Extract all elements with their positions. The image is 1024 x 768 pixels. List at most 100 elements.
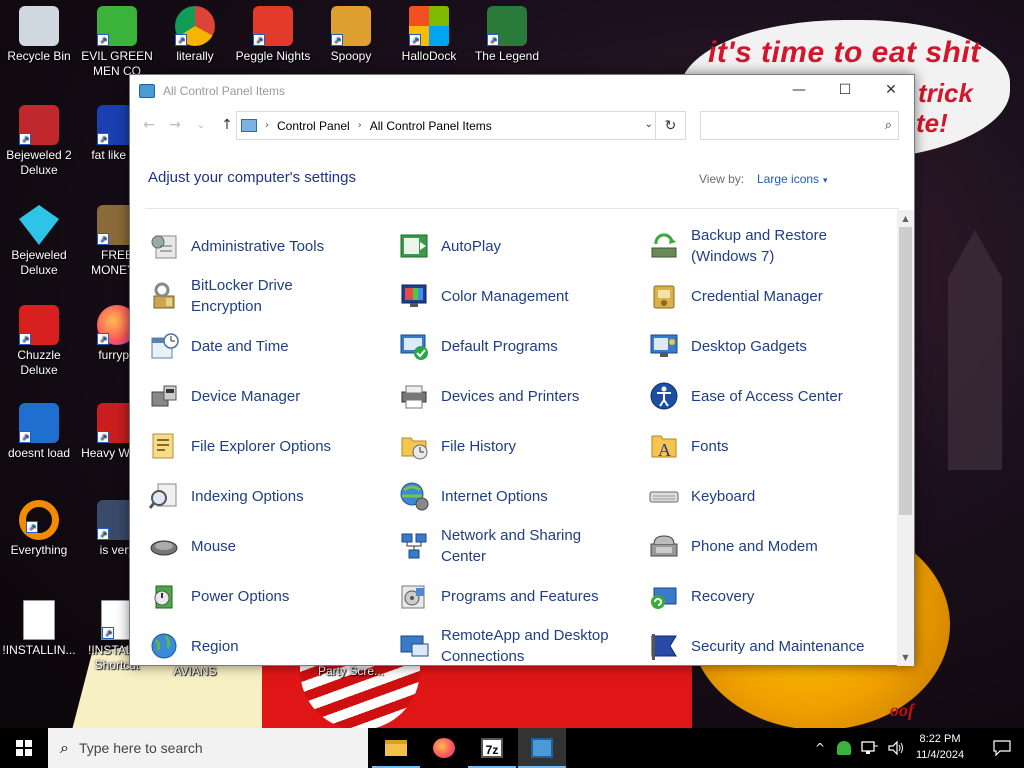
up-button[interactable]: ↑ [216,113,238,137]
control-panel-item[interactable]: Internet Options [398,473,648,519]
control-panel-item-label[interactable]: Backup and Restore (Windows 7) [691,225,866,267]
control-panel-item[interactable]: Phone and Modem [648,523,898,569]
control-panel-item[interactable]: Network and Sharing Center [398,523,648,569]
desktop-icon-label[interactable]: Everything [0,543,78,558]
desktop-icon[interactable]: ↗ Chuzzle Deluxe [0,305,78,378]
desktop-icon-label[interactable]: Bejeweled Deluxe [0,248,78,278]
view-by-value[interactable]: Large icons [757,172,819,186]
scroll-up-button[interactable]: ▲ [897,210,914,227]
control-panel-item[interactable]: Recovery [648,573,898,619]
search-icon[interactable]: ⌕ [885,118,892,133]
control-panel-item-label[interactable]: AutoPlay [441,236,501,257]
desktop-icon-label[interactable]: doesnt load [0,446,78,461]
taskbar-app-file-explorer[interactable] [372,728,420,768]
control-panel-item[interactable]: Programs and Features [398,573,648,619]
desktop-icon[interactable]: ↗ Peggle Nights [234,6,312,64]
forward-button[interactable]: → [164,113,186,137]
control-panel-item[interactable]: File Explorer Options [148,423,398,469]
control-panel-item-label[interactable]: Indexing Options [191,486,304,507]
address-bar[interactable]: › Control Panel › All Control Panel Item… [236,111,686,140]
taskbar-search-box[interactable]: ⌕ Type here to search [48,728,368,768]
control-panel-item-label[interactable]: Administrative Tools [191,236,324,257]
back-button[interactable]: ← [138,113,160,137]
desktop-icon[interactable]: !INSTALLIN... [0,600,78,658]
desktop-icon[interactable]: ↗ Bejeweled 2 Deluxe [0,105,78,178]
desktop-icon-label[interactable]: The Legend [468,49,546,64]
control-panel-item-label[interactable]: Keyboard [691,486,755,507]
control-panel-item[interactable]: Device Manager [148,373,398,419]
control-panel-item[interactable]: Ease of Access Center [648,373,898,419]
vertical-scrollbar[interactable]: ▲ ▼ [897,210,914,666]
desktop-icon-label[interactable]: literally [156,49,234,64]
green-men-tray-icon[interactable] [837,741,852,755]
volume-icon[interactable] [887,740,905,756]
control-panel-item[interactable]: Region [148,623,398,666]
scroll-thumb[interactable] [899,227,912,515]
control-panel-item[interactable]: Devices and Printers [398,373,648,419]
taskbar-app-7zip[interactable]: 7z [468,728,516,768]
clock-time[interactable]: 8:22 PM [905,731,975,747]
control-panel-item-label[interactable]: Security and Maintenance [691,636,864,657]
desktop-icon[interactable]: ↗ doesnt load [0,403,78,461]
taskbar-app-control-panel[interactable] [518,728,566,768]
desktop-icon-label[interactable]: Peggle Nights [234,49,312,64]
desktop-icon[interactable]: ↗ Spoopy [312,6,390,64]
control-panel-item[interactable]: File History [398,423,648,469]
desktop-icon[interactable]: ↗ The Legend [468,6,546,64]
control-panel-item-label[interactable]: Fonts [691,436,729,457]
desktop-icon-label[interactable]: !INSTALLIN... [0,643,78,658]
desktop-icon-label[interactable]: HalloDock [390,49,468,64]
close-button[interactable]: ✕ [868,75,914,105]
control-panel-item-label[interactable]: Mouse [191,536,236,557]
desktop-icon[interactable]: ↗ Bejeweled Deluxe [0,205,78,278]
control-panel-item[interactable]: RemoteApp and Desktop Connections [398,623,648,666]
clock[interactable]: 8:22 PM 11/4/2024 [905,731,975,763]
desktop-icon-label[interactable]: AVIANS [156,664,234,679]
control-panel-item-label[interactable]: Phone and Modem [691,536,818,557]
desktop-icon[interactable]: ↗ literally [156,6,234,64]
control-panel-item-label[interactable]: Default Programs [441,336,558,357]
desktop-icon[interactable]: Recycle Bin [0,6,78,64]
recent-locations-dropdown[interactable]: ⌄ [190,113,212,137]
control-panel-item-label[interactable]: File History [441,436,516,457]
control-panel-item-label[interactable]: Device Manager [191,386,300,407]
control-panel-item-label[interactable]: Credential Manager [691,286,823,307]
control-panel-item-label[interactable]: Color Management [441,286,569,307]
clock-date[interactable]: 11/4/2024 [905,747,975,763]
control-panel-window[interactable]: All Control Panel Items — ☐ ✕ ← → ⌄ ↑ › … [129,74,915,666]
breadcrumb-separator[interactable]: › [265,120,269,131]
control-panel-item[interactable]: Security and Maintenance [648,623,898,666]
minimize-button[interactable]: — [776,75,822,105]
desktop-icon[interactable]: ↗ HalloDock [390,6,468,64]
control-panel-item-label[interactable]: Ease of Access Center [691,386,843,407]
search-input[interactable]: ⌕ [700,111,899,140]
control-panel-item[interactable]: Administrative Tools [148,223,398,269]
maximize-button[interactable]: ☐ [822,75,868,105]
control-panel-item-label[interactable]: File Explorer Options [191,436,331,457]
address-dropdown-button[interactable]: ⌄ [645,119,653,130]
control-panel-item-label[interactable]: Network and Sharing Center [441,525,616,567]
control-panel-item[interactable]: BitLocker Drive Encryption [148,273,398,319]
breadcrumb-separator[interactable]: › [358,120,362,131]
desktop-icon-label[interactable]: Bejeweled 2 Deluxe [0,148,78,178]
breadcrumb-control-panel[interactable]: Control Panel [277,119,350,133]
control-panel-item-label[interactable]: Programs and Features [441,586,599,607]
control-panel-item[interactable]: Mouse [148,523,398,569]
control-panel-item[interactable]: A Fonts [648,423,898,469]
view-by-dropdown[interactable]: Large icons ▾ [757,172,828,186]
start-button[interactable] [0,728,48,768]
control-panel-item[interactable]: Desktop Gadgets [648,323,898,369]
control-panel-item-label[interactable]: Internet Options [441,486,548,507]
control-panel-item[interactable]: Default Programs [398,323,648,369]
desktop-icon[interactable]: ↗ EVIL GREEN MEN CO [78,6,156,79]
control-panel-item[interactable]: Indexing Options [148,473,398,519]
control-panel-item[interactable]: Date and Time [148,323,398,369]
desktop-icon-label[interactable]: Party Scre... [312,664,390,679]
control-panel-item[interactable]: Color Management [398,273,648,319]
breadcrumb-all-items[interactable]: All Control Panel Items [370,119,492,133]
desktop-icon-label[interactable]: Chuzzle Deluxe [0,348,78,378]
control-panel-item-label[interactable]: Region [191,636,239,657]
control-panel-item[interactable]: Power Options [148,573,398,619]
title-bar[interactable]: All Control Panel Items — ☐ ✕ [130,75,914,107]
desktop-icon[interactable]: ↗ Everything [0,500,78,558]
